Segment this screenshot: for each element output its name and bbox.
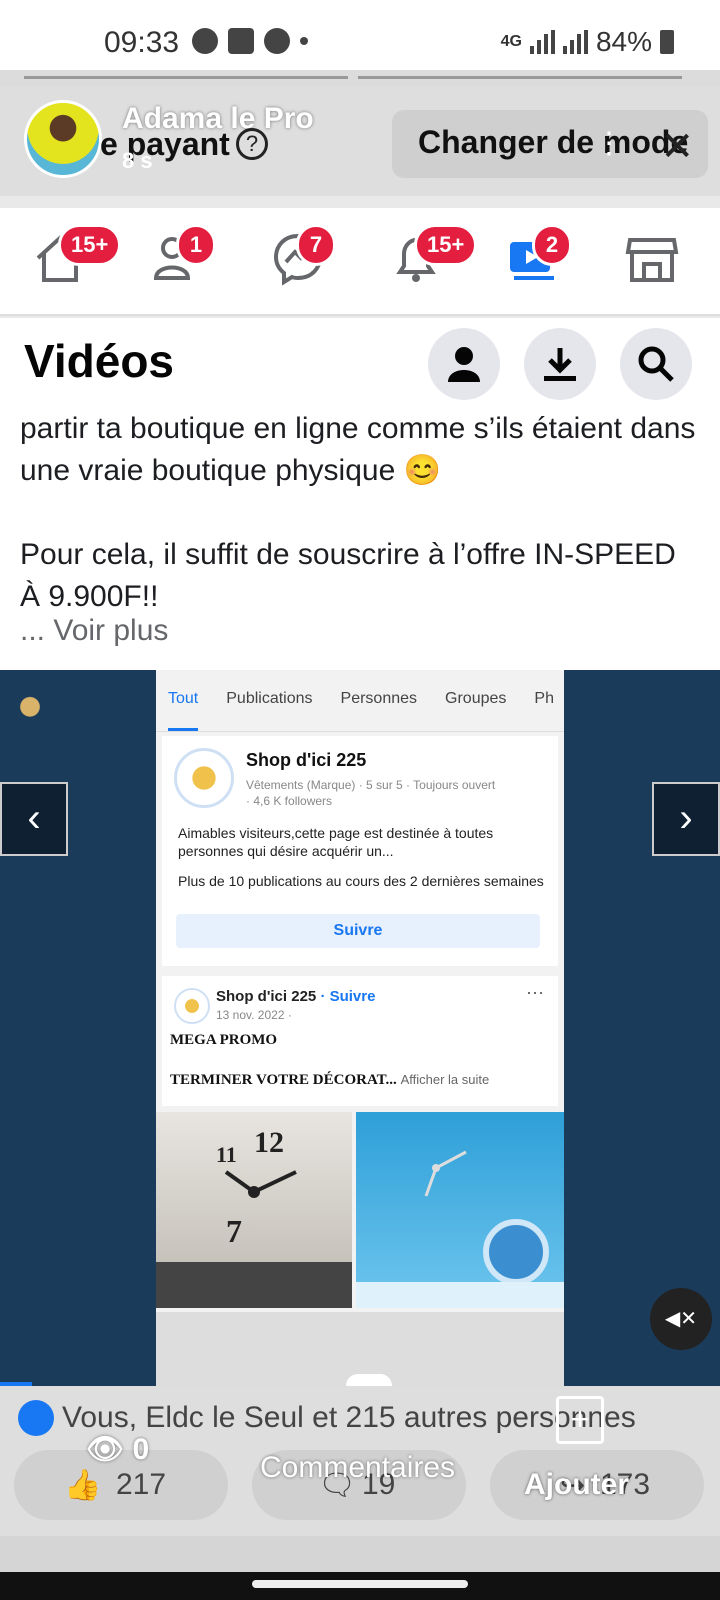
downloads-button[interactable]: [524, 328, 596, 400]
comments-label[interactable]: Commentaires: [260, 1446, 470, 1490]
clock-photo-2: [356, 1112, 564, 1308]
network-type: 4G: [500, 33, 522, 50]
post-text: partir ta boutique en ligne comme s’ils …: [20, 408, 700, 618]
story-header: e payant ? Adama le Pro 8 s Changer de m…: [0, 86, 720, 196]
signal-2-icon: [562, 30, 588, 54]
download-icon: [544, 348, 576, 381]
battery-percent: 84%: [595, 26, 652, 57]
video-badge: 2: [532, 224, 572, 266]
facebook-tab-bar: 15+ 1 7 15+ 2: [0, 208, 720, 316]
wall-clock-illustration: 11 12 7: [156, 1126, 352, 1308]
previous-arrow-button[interactable]: ‹: [0, 782, 68, 856]
person-icon: [448, 347, 480, 382]
clock-photo-1: 11 12 7: [156, 1112, 352, 1308]
page-result-card: Shop d'ici 225 Vêtements (Marque) · 5 su…: [162, 736, 558, 966]
likes-summary-text: Vous, Eldc le Seul et 215 autres personn…: [62, 1401, 636, 1434]
page-about: Aimables visiteurs,cette page est destin…: [178, 825, 494, 859]
story-user-name[interactable]: Adama le Pro: [122, 102, 314, 136]
tab-messenger[interactable]: 7: [270, 224, 336, 294]
page-logo: [174, 748, 234, 808]
tab-video[interactable]: 2: [506, 224, 572, 294]
more-notifications-icon: [300, 37, 308, 45]
like-count: 217: [116, 1468, 167, 1501]
more-options-icon[interactable]: ⋮: [594, 126, 624, 161]
status-time: 09:33: [104, 26, 180, 59]
close-icon[interactable]: ✕: [660, 124, 694, 170]
post-line: TERMINER VOTRE DÉCORAT... Afficher la su…: [170, 1072, 490, 1088]
video-frame-screenshot: Tout Publications Personnes Groupes Ph S…: [156, 670, 564, 1386]
page-name: Shop d'ici 225: [246, 750, 367, 770]
blue-room-clock: [356, 1150, 564, 1308]
battery-icon: [660, 30, 674, 54]
screenshot-tab: Personnes: [340, 690, 418, 707]
post-more-icon: ···: [526, 982, 544, 1002]
screenshot-tab: Tout: [168, 690, 199, 731]
story-age: 8 s: [122, 148, 153, 173]
videos-feed-header: Vidéos partir ta boutique en ligne comme…: [0, 318, 720, 670]
status-bar: 09:33 4G 84%: [0, 0, 720, 70]
reactions-bar: Vous, Eldc le Seul et 215 autres personn…: [0, 1386, 720, 1536]
page-activity: Plus de 10 publications au cours des 2 d…: [178, 873, 544, 889]
mute-button[interactable]: ◀✕: [650, 1288, 712, 1350]
tab-friends[interactable]: 1: [150, 224, 216, 294]
eye-icon: 👁: [86, 1433, 125, 1466]
post-card: Shop d'ici 225 · Suivre 13 nov. 2022 · ·…: [162, 976, 558, 1106]
screenshot-tab: Ph: [534, 690, 554, 707]
tab-marketplace[interactable]: [624, 230, 688, 294]
home-indicator[interactable]: [252, 1580, 468, 1588]
post-author: Shop d'ici 225 · Suivre: [216, 988, 376, 1005]
thumbs-up-icon: 👍: [64, 1469, 102, 1502]
gallery-notification-icon: [228, 28, 254, 54]
svg-text:12: 12: [254, 1126, 284, 1159]
page-title: Vidéos: [24, 335, 174, 387]
screenshot-tab: Publications: [226, 690, 313, 707]
screenshot-follow-button: Suivre: [176, 914, 540, 948]
notifications-badge: 15+: [414, 224, 478, 266]
screenshot-tab: Groupes: [445, 690, 507, 707]
search-button[interactable]: [620, 328, 692, 400]
next-arrow-button[interactable]: ›: [652, 782, 720, 856]
page-followers: · 4,6 K followers: [246, 794, 333, 808]
tab-home[interactable]: 15+: [32, 224, 122, 294]
likes-summary[interactable]: Vous, Eldc le Seul et 215 autres personn…: [18, 1400, 636, 1436]
svg-text:11: 11: [216, 1142, 237, 1167]
svg-text:7: 7: [226, 1213, 242, 1249]
search-icon: [638, 346, 674, 382]
screen: 09:33 4G 84% e payant ? Adama le Pro 8 s…: [0, 0, 720, 1600]
signal-icon: [529, 30, 555, 54]
facebook-notification-icon: [192, 28, 218, 54]
add-label[interactable]: Ajouter: [524, 1468, 629, 1502]
status-notification-icons: [192, 28, 308, 54]
home-badge: 15+: [58, 224, 122, 266]
page-meta: Vêtements (Marque) · 5 sur 5 · Toujours …: [246, 778, 496, 792]
post-title: MEGA PROMO: [170, 1032, 278, 1048]
video-player[interactable]: Tout Publications Personnes Groupes Ph S…: [0, 670, 720, 1386]
avatar[interactable]: [24, 100, 102, 178]
marketplace-icon: [625, 238, 679, 282]
mute-icon: ◀✕: [664, 1308, 698, 1330]
system-nav-bar: [0, 1572, 720, 1600]
tab-notifications[interactable]: 15+: [388, 224, 478, 294]
story-progress-bar: [0, 70, 720, 86]
channel-logo: [12, 686, 102, 738]
post-date: 13 nov. 2022 ·: [216, 1008, 292, 1022]
add-story-icon[interactable]: +: [556, 1396, 604, 1444]
views-count: 👁 0: [86, 1433, 150, 1466]
status-right: 4G 84%: [501, 26, 674, 58]
whatsapp-notification-icon: [264, 28, 290, 54]
post-text-paragraph-1: partir ta boutique en ligne comme s’ils …: [20, 412, 696, 487]
post-logo: [174, 988, 210, 1024]
see-more-link[interactable]: ... Voir plus: [20, 614, 168, 648]
like-reaction-icon: [18, 1400, 54, 1436]
profile-button[interactable]: [428, 328, 500, 400]
post-text-paragraph-2: Pour cela, il suffit de souscrire à l’of…: [20, 538, 676, 613]
screenshot-tabs: Tout Publications Personnes Groupes Ph: [156, 690, 564, 732]
friends-badge: 1: [176, 224, 216, 266]
messenger-badge: 7: [296, 224, 336, 266]
